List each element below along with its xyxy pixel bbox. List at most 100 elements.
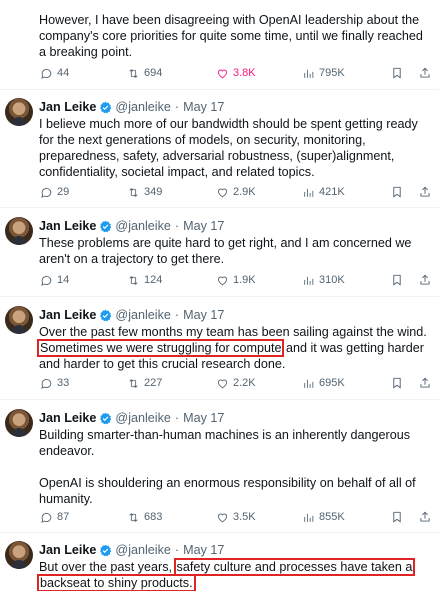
views-button[interactable]: 421K bbox=[302, 183, 345, 201]
reply-icon bbox=[40, 511, 53, 524]
like-button[interactable]: 3.5K bbox=[216, 508, 256, 526]
bookmark-icon bbox=[390, 66, 404, 80]
author-name[interactable]: Jan Leike bbox=[39, 542, 96, 558]
verified-badge-icon bbox=[99, 309, 112, 322]
tweet-date[interactable]: May 17 bbox=[183, 410, 224, 426]
share-icon bbox=[418, 273, 432, 287]
divider bbox=[0, 399, 439, 400]
share-icon bbox=[418, 376, 432, 390]
divider bbox=[0, 296, 439, 297]
author-name[interactable]: Jan Leike bbox=[39, 307, 96, 323]
avatar[interactable] bbox=[5, 217, 33, 245]
author-handle[interactable]: @janleike bbox=[115, 99, 171, 115]
verified-badge-icon bbox=[99, 101, 112, 114]
like-icon bbox=[216, 67, 229, 80]
repost-button[interactable]: 124 bbox=[127, 271, 162, 289]
share-icon bbox=[418, 185, 432, 199]
tweet-text: However, I have been disagreeing with Op… bbox=[39, 13, 423, 59]
separator-dot: · bbox=[174, 100, 180, 114]
tweet-date[interactable]: May 17 bbox=[183, 99, 224, 115]
share-icon bbox=[418, 66, 432, 80]
views-button[interactable]: 855K bbox=[302, 508, 345, 526]
author-name[interactable]: Jan Leike bbox=[39, 99, 96, 115]
views-icon bbox=[302, 377, 315, 390]
verified-badge-icon bbox=[99, 544, 112, 557]
action-bar: 14 124 1.9K 310K bbox=[0, 271, 439, 289]
avatar[interactable] bbox=[5, 306, 33, 334]
reply-icon bbox=[40, 67, 53, 80]
avatar[interactable] bbox=[5, 98, 33, 126]
bookmark-button[interactable] bbox=[390, 271, 404, 289]
tweet-date[interactable]: May 17 bbox=[183, 307, 224, 323]
share-button[interactable] bbox=[418, 64, 432, 82]
separator-dot: · bbox=[174, 411, 180, 425]
tweet-text: I believe much more of our bandwidth sho… bbox=[39, 117, 418, 179]
divider bbox=[0, 89, 439, 90]
highlighted-text: backseat to shiny products. bbox=[37, 574, 196, 591]
divider bbox=[0, 532, 439, 533]
avatar[interactable] bbox=[5, 541, 33, 569]
bookmark-icon bbox=[390, 273, 404, 287]
author-handle[interactable]: @janleike bbox=[115, 307, 171, 323]
reply-button[interactable]: 14 bbox=[40, 271, 69, 289]
avatar[interactable] bbox=[5, 409, 33, 437]
share-button[interactable] bbox=[418, 271, 432, 289]
separator-dot: · bbox=[174, 543, 180, 557]
like-icon bbox=[216, 377, 229, 390]
views-button[interactable]: 795K bbox=[302, 64, 345, 82]
action-bar: 29 349 2.9K 421K bbox=[0, 183, 439, 201]
tweet-header: Jan Leike @janleike · May 17 bbox=[39, 307, 224, 323]
repost-button[interactable]: 349 bbox=[127, 183, 162, 201]
tweet-header: Jan Leike @janleike · May 17 bbox=[39, 218, 224, 234]
action-bar: 87 683 3.5K 855K bbox=[0, 508, 439, 526]
share-icon bbox=[418, 510, 432, 524]
verified-badge-icon bbox=[99, 220, 112, 233]
views-icon bbox=[302, 274, 315, 287]
separator-dot: · bbox=[174, 308, 180, 322]
reply-button[interactable]: 87 bbox=[40, 508, 69, 526]
author-name[interactable]: Jan Leike bbox=[39, 410, 96, 426]
bookmark-button[interactable] bbox=[390, 374, 404, 392]
like-button[interactable]: 2.9K bbox=[216, 183, 256, 201]
author-name[interactable]: Jan Leike bbox=[39, 218, 96, 234]
action-bar: 44 694 3.8K 795K bbox=[0, 64, 439, 85]
views-button[interactable]: 310K bbox=[302, 271, 345, 289]
tweet-date[interactable]: May 17 bbox=[183, 218, 224, 234]
bookmark-button[interactable] bbox=[390, 183, 404, 201]
views-icon bbox=[302, 67, 315, 80]
repost-button[interactable]: 227 bbox=[127, 374, 162, 392]
share-button[interactable] bbox=[418, 374, 432, 392]
share-button[interactable] bbox=[418, 183, 432, 201]
action-bar: 33 227 2.2K 695K bbox=[0, 374, 439, 392]
like-icon bbox=[216, 511, 229, 524]
tweet-date[interactable]: May 17 bbox=[183, 542, 224, 558]
reply-button[interactable]: 44 bbox=[40, 64, 69, 82]
repost-button[interactable]: 683 bbox=[127, 508, 162, 526]
share-button[interactable] bbox=[418, 508, 432, 526]
repost-icon bbox=[127, 274, 140, 287]
tweet-header: Jan Leike @janleike · May 17 bbox=[39, 542, 224, 558]
author-handle[interactable]: @janleike bbox=[115, 218, 171, 234]
bookmark-button[interactable] bbox=[390, 64, 404, 82]
reply-icon bbox=[40, 186, 53, 199]
repost-icon bbox=[127, 67, 140, 80]
repost-button[interactable]: 694 bbox=[127, 64, 162, 82]
author-handle[interactable]: @janleike bbox=[115, 542, 171, 558]
divider bbox=[0, 207, 439, 208]
bookmark-icon bbox=[390, 376, 404, 390]
views-icon bbox=[302, 511, 315, 524]
tweet-text: Over the past few months my team has bee… bbox=[36, 325, 427, 371]
author-handle[interactable]: @janleike bbox=[115, 410, 171, 426]
highlighted-text: Sometimes we were struggling for compute bbox=[36, 339, 285, 357]
repost-icon bbox=[127, 377, 140, 390]
like-button[interactable]: 3.8K bbox=[213, 64, 256, 85]
views-button[interactable]: 695K bbox=[302, 374, 345, 392]
like-button[interactable]: 1.9K bbox=[216, 271, 256, 289]
reply-button[interactable]: 29 bbox=[40, 183, 69, 201]
reply-icon bbox=[40, 274, 53, 287]
tweet-text: Building smarter-than-human machines is … bbox=[39, 428, 416, 506]
reply-button[interactable]: 33 bbox=[40, 374, 69, 392]
like-button[interactable]: 2.2K bbox=[216, 374, 256, 392]
bookmark-button[interactable] bbox=[390, 508, 404, 526]
views-icon bbox=[302, 186, 315, 199]
